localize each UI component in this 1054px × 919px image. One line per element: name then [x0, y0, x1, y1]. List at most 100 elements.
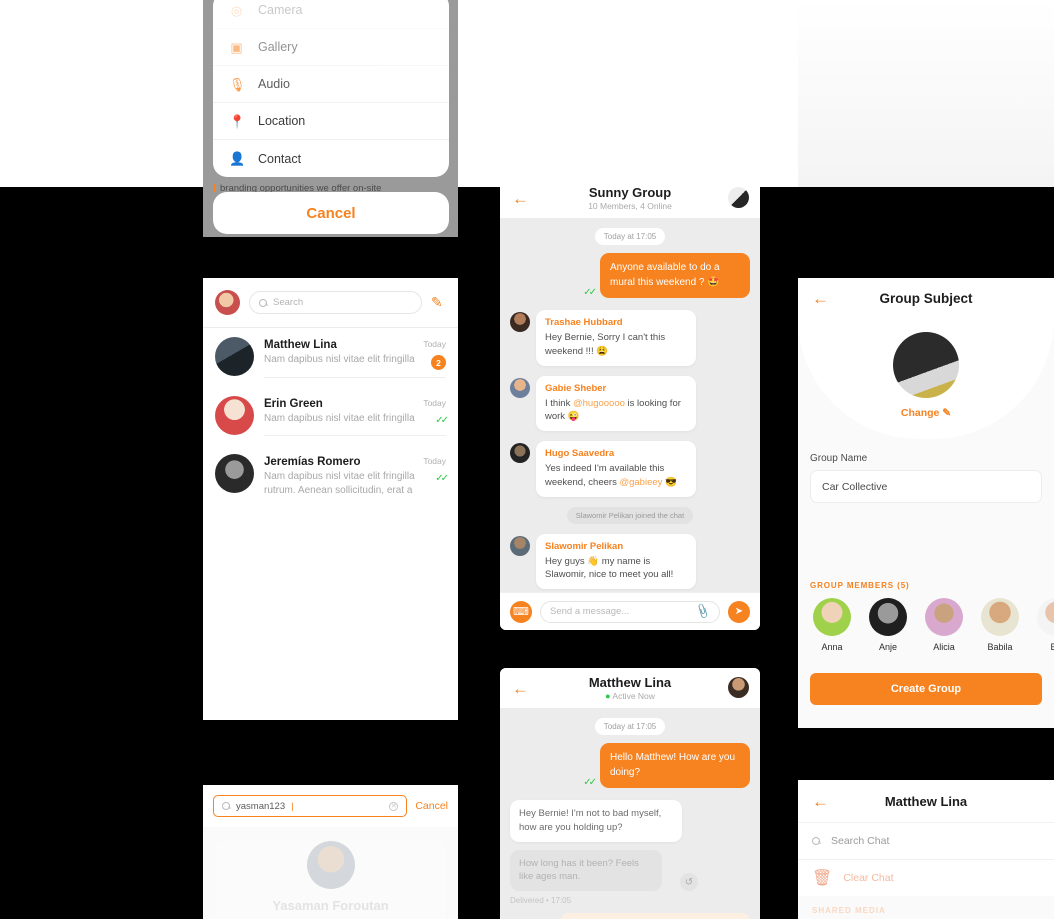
- direct-message-list[interactable]: Today at 17:05 ✓✓ Hello Matthew! How are…: [500, 708, 760, 919]
- chat-meta: Today ✓✓: [423, 456, 449, 484]
- search-placeholder: Search: [273, 297, 304, 308]
- change-label: Change: [900, 407, 940, 419]
- group-member[interactable]: Alicia: [922, 598, 966, 652]
- chat-list-screen: Search ✎ Matthew Lina Nam dapibus nisl v…: [203, 278, 458, 720]
- group-avatar[interactable]: [728, 187, 749, 208]
- chat-meta: Today ✓✓: [423, 398, 449, 426]
- camera-icon: ◎: [230, 2, 243, 18]
- text-part: I think: [545, 397, 573, 409]
- message-input[interactable]: Send a message... 📎: [540, 600, 720, 623]
- retry-icon[interactable]: ↺: [680, 873, 698, 892]
- search-chat-row[interactable]: Search Chat: [798, 822, 1054, 859]
- avatar: [306, 841, 355, 889]
- create-group-button[interactable]: Create Group: [810, 673, 1042, 705]
- group-name-field[interactable]: Car Collective: [810, 470, 1042, 503]
- avatar: [510, 443, 530, 464]
- clear-chat-label: Clear Chat: [843, 872, 894, 884]
- cancel-button[interactable]: Cancel: [213, 192, 449, 234]
- chat-list-header: Search ✎: [203, 278, 458, 328]
- message-sender: Gabie Sheber: [545, 382, 607, 394]
- attachment-option-contact[interactable]: 👤 Contact: [213, 140, 449, 177]
- mention-link[interactable]: @hugooooo: [573, 398, 625, 409]
- message-composer: ⌨ Send a message... 📎 ➤: [500, 592, 760, 630]
- attachment-option-audio[interactable]: 🎙 Audio: [213, 66, 449, 103]
- group-message-list[interactable]: Today at 17:05 ✓✓ Anyone available to do…: [500, 218, 760, 592]
- message-placeholder: Send a message...: [550, 606, 630, 617]
- group-members-strip[interactable]: Anna Anje Alicia Babila Be: [798, 598, 1054, 652]
- direct-chat-screen: ← Matthew Lina ● Active Now Today at 17:…: [500, 668, 760, 919]
- group-member[interactable]: Babila: [978, 598, 1022, 652]
- change-photo-button[interactable]: Change ✎: [798, 407, 1054, 419]
- back-arrow-icon[interactable]: ←: [512, 680, 529, 697]
- attachment-option-label: Contact: [258, 151, 302, 166]
- location-pin-icon: 📍: [229, 113, 246, 129]
- group-photo[interactable]: [893, 332, 959, 398]
- incoming-message: Slawomir Pelikan Hey guys 👋 my name is S…: [510, 533, 750, 590]
- back-arrow-icon[interactable]: ←: [512, 190, 529, 207]
- search-icon: [812, 837, 820, 845]
- mention-link[interactable]: @gabieey: [619, 477, 662, 488]
- cancel-search-button[interactable]: Cancel: [415, 800, 448, 812]
- member-name: Anje: [878, 642, 897, 652]
- avatar-current-user[interactable]: [215, 290, 240, 315]
- search-input[interactable]: yasman123 | ✕: [213, 795, 408, 817]
- microphone-icon: 🎙: [229, 76, 246, 92]
- group-member[interactable]: Anje: [866, 598, 910, 652]
- attachment-option-camera[interactable]: ◎ Camera: [213, 0, 449, 29]
- search-query: yasman123: [236, 800, 286, 812]
- group-members-title: GROUP MEMBERS (5): [810, 581, 910, 590]
- group-name-value: Car Collective: [822, 480, 888, 493]
- search-icon: [222, 802, 230, 810]
- paperclip-icon[interactable]: 📎: [694, 603, 712, 621]
- chat-meta: Today 2: [423, 339, 446, 370]
- avatar: [813, 598, 851, 636]
- clear-chat-row[interactable]: 🗑 Clear Chat: [798, 859, 1054, 896]
- incoming-message: Gabie Sheber I think @hugooooo is lookin…: [510, 375, 750, 432]
- search-result-name: Yasaman Foroutan: [272, 898, 389, 913]
- read-receipt-icon: ✓✓: [435, 414, 449, 426]
- chat-time: Today: [423, 456, 446, 466]
- search-bar-row: yasman123 | ✕ Cancel: [203, 785, 458, 827]
- message-bubble: Hello Matthew! How are you doing?: [600, 743, 750, 788]
- attachment-option-gallery[interactable]: ▣ Gallery: [213, 29, 449, 66]
- group-subject-header: ← Group Subject: [798, 278, 1054, 318]
- search-input[interactable]: Search: [249, 291, 422, 314]
- attachment-option-label: Location: [258, 114, 306, 128]
- group-member[interactable]: Be: [1034, 598, 1054, 652]
- chat-preview: Nam dapibus nisl vitae elit fringilla: [264, 354, 415, 365]
- avatar: [215, 395, 254, 435]
- date-divider: Today at 17:05: [594, 718, 666, 735]
- page-title: Group Subject: [879, 290, 973, 306]
- compose-edit-icon[interactable]: ✎: [431, 295, 446, 310]
- edit-icon: ✎: [942, 407, 952, 419]
- chat-list-item[interactable]: Erin Green Nam dapibus nisl vitae elit f…: [203, 387, 458, 446]
- group-member[interactable]: Anna: [810, 598, 854, 652]
- chat-list-item[interactable]: Matthew Lina Nam dapibus nisl vitae elit…: [203, 328, 458, 387]
- send-arrow-icon[interactable]: ➤: [728, 600, 750, 623]
- clear-input-icon[interactable]: ✕: [389, 801, 399, 811]
- read-receipt-icon: ✓✓: [583, 287, 597, 298]
- message-bubble: Trashae Hubbard Hey Bernie, Sorry I can'…: [536, 310, 696, 366]
- message-bubble: Hugo Saavedra Yes indeed I'm available t…: [536, 441, 696, 497]
- avatar: [1037, 598, 1054, 636]
- unread-badge: 2: [431, 355, 446, 370]
- search-chat-label: Search Chat: [831, 835, 890, 847]
- header-titles: Matthew Lina ● Active Now: [500, 675, 760, 701]
- contact-name: Matthew Lina: [588, 675, 672, 690]
- avatar: [215, 454, 254, 493]
- keyboard-icon[interactable]: ⌨: [510, 600, 532, 623]
- faded-message-bubble: Arsya Nafisa: [560, 913, 750, 919]
- search-result-card[interactable]: Yasaman Foroutan: [215, 841, 446, 919]
- date-divider: Today at 17:05: [594, 228, 666, 245]
- search-icon: [259, 298, 267, 307]
- message-bubble: Gabie Sheber I think @hugooooo is lookin…: [536, 375, 696, 432]
- top-right-blank-strip: [458, 0, 800, 187]
- chat-list-item[interactable]: Jeremías Romero Nam dapibus nisl vitae e…: [203, 445, 458, 516]
- text-part: 😎: [662, 476, 677, 488]
- attachment-option-location[interactable]: 📍 Location: [213, 103, 449, 140]
- online-status: ● Active Now: [500, 691, 760, 701]
- contact-avatar[interactable]: [728, 677, 749, 698]
- read-receipt-icon: ✓✓: [435, 473, 449, 484]
- member-name: Alicia: [933, 642, 955, 652]
- message-sender: Trashae Hubbard: [545, 317, 623, 328]
